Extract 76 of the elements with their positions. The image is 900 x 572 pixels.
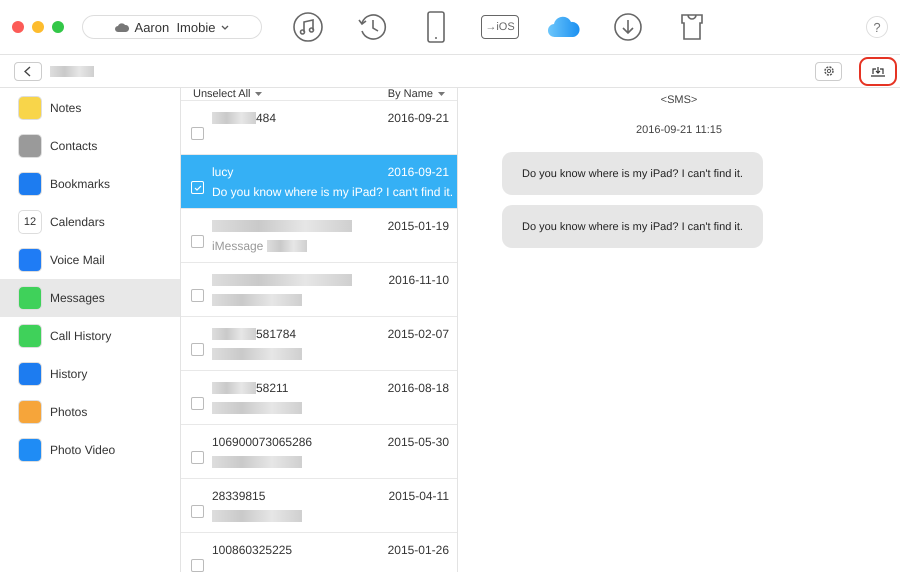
checkbox[interactable]	[191, 451, 204, 464]
message-bubble: Do you know where is my iPad? I can't find it.	[502, 152, 763, 195]
message-date: 2015-02-07	[388, 326, 449, 340]
video-app-icon	[18, 438, 42, 462]
sidebar-item[interactable]: History	[0, 355, 180, 393]
device-selector[interactable]: Aaron Imobie	[82, 15, 262, 39]
to-ios-icon: →iOS	[481, 15, 519, 39]
message-date: 2015-04-11	[388, 488, 449, 502]
checkbox[interactable]	[191, 505, 204, 518]
checkbox[interactable]	[191, 235, 204, 248]
export-icon	[870, 66, 886, 76]
music-note-icon	[292, 11, 324, 43]
call-app-icon	[18, 324, 42, 348]
window-zoom-button[interactable]	[52, 21, 64, 33]
checkbox[interactable]	[191, 397, 204, 410]
caret-icon	[255, 92, 262, 96]
message-date: 2015-01-19	[388, 218, 449, 232]
message-date: 2016-08-18	[388, 380, 449, 394]
contacts-app-icon	[18, 134, 42, 158]
sidebar-item[interactable]: Contacts	[0, 127, 180, 165]
shirt-icon	[680, 13, 704, 41]
sidebar-item[interactable]: Photo Video	[0, 431, 180, 469]
message-timestamp: 2016-09-21 11:15	[636, 124, 722, 136]
sidebar-item[interactable]: Photos	[0, 393, 180, 431]
contact-name: 100860325225	[212, 542, 292, 556]
sidebar-item[interactable]: Notes	[0, 89, 180, 127]
checkbox[interactable]	[191, 127, 204, 140]
contact-name: 28339815	[212, 488, 266, 502]
cloud-icon	[547, 16, 581, 38]
bookmarks-app-icon	[18, 172, 42, 196]
window-minimize-button[interactable]	[32, 21, 44, 33]
sidebar-item[interactable]: 12 Calendars	[0, 203, 180, 241]
message-date: 2016-09-21	[388, 110, 449, 124]
download-icon	[613, 12, 643, 42]
contact-name: lucy	[212, 164, 234, 178]
settings-button[interactable]	[814, 62, 842, 80]
window-close-button[interactable]	[12, 21, 24, 33]
back-icon	[24, 66, 32, 76]
calendar-icon: 12	[18, 210, 42, 234]
sort-dropdown[interactable]: By Name	[388, 88, 445, 100]
message-preview: Do you know where is my iPad? I can't find it.	[212, 184, 454, 198]
notes-app-icon	[18, 96, 42, 120]
select-dropdown[interactable]: Unselect All	[193, 88, 262, 100]
contact-name: 58211	[256, 380, 288, 394]
contact-name: 106900073065286	[212, 434, 312, 448]
message-date: 2016-09-21	[388, 164, 449, 178]
voicemail-app-icon	[18, 248, 42, 272]
help-button[interactable]: ?	[866, 16, 888, 38]
history-icon	[356, 11, 388, 43]
message-date: 2015-01-26	[388, 542, 449, 556]
contact-name: 581784	[256, 326, 296, 340]
checkbox[interactable]	[191, 289, 204, 302]
message-date: 2015-05-30	[388, 434, 449, 448]
chevron-down-icon	[221, 24, 230, 30]
conversation-type: <SMS>	[660, 94, 698, 106]
checkmark-icon	[194, 184, 202, 190]
sidebar-item[interactable]: Call History	[0, 317, 180, 355]
cloud-icon	[114, 22, 129, 32]
sidebar-item[interactable]: Voice Mail	[0, 241, 180, 279]
contact-name: 484	[256, 110, 276, 124]
photos-app-icon	[18, 400, 42, 424]
sidebar-item[interactable]: Messages	[0, 279, 180, 317]
toolbar-button[interactable]: →iOS	[468, 7, 532, 47]
checkbox[interactable]	[191, 559, 204, 572]
settings-icon	[822, 65, 835, 77]
checkbox[interactable]	[191, 343, 204, 356]
message-date: 2016-11-10	[388, 272, 449, 286]
phone-icon	[426, 11, 446, 43]
message-preview: iMessage	[212, 238, 264, 252]
messages-app-icon	[18, 286, 42, 310]
clock-app-icon	[18, 362, 42, 386]
caret-icon	[438, 92, 445, 96]
back-button[interactable]	[14, 62, 42, 80]
redacted-block	[50, 66, 94, 76]
sidebar-item[interactable]: Bookmarks	[0, 165, 180, 203]
message-bubble: Do you know where is my iPad? I can't find it.	[502, 205, 763, 248]
